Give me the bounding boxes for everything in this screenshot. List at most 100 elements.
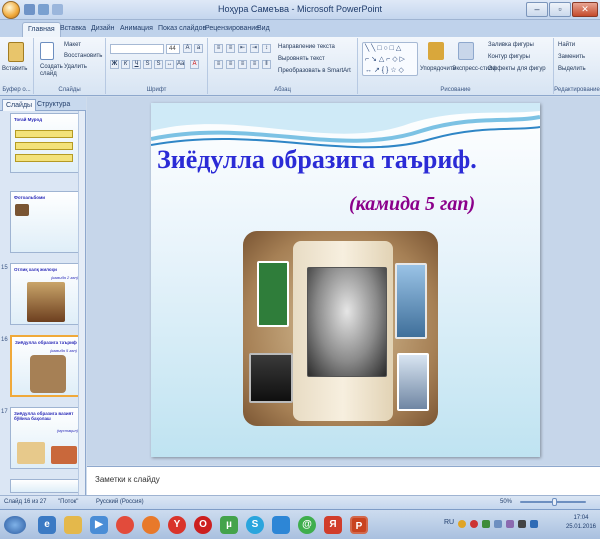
smartart-button[interactable]: Преобразовать в SmartArt [278,68,351,74]
powerpoint-icon[interactable]: P [350,516,368,534]
paragraph-label: Абзац [274,87,291,93]
bold-icon[interactable]: Ж [110,60,119,69]
tray-icon[interactable] [494,520,502,528]
tray-icon[interactable] [458,520,466,528]
slide-counter: Слайд 16 из 27 [4,499,47,505]
thumb-subtitle: (камида 2 гап) [51,275,78,280]
align-text-button[interactable]: Выровнять текст [278,56,325,62]
layout-button[interactable]: Макет [64,42,81,48]
network-icon[interactable] [530,520,538,528]
icq-icon[interactable]: @ [298,516,316,534]
notes-pane[interactable]: Заметки к слайду [87,466,600,495]
reset-button[interactable]: Восстановить [64,53,102,59]
quick-styles-icon[interactable] [458,42,474,60]
columns-icon[interactable]: ‖ [262,60,271,69]
thumb-title: Фотоальбоми [14,195,46,200]
yandex-icon[interactable]: Y [168,516,186,534]
tray-icon[interactable] [482,520,490,528]
connect-icon[interactable] [272,516,290,534]
shapes-gallery-icon[interactable]: ╲ ╲ □ ○ □ △ ⌐ ↘ △ ⌐ ◇ ▷ ↔ ↗ { } ☆ ◇ [362,42,418,76]
book-cover-image [397,353,429,411]
tab-animation[interactable]: Анимация [115,22,158,37]
opera-icon[interactable]: O [194,516,212,534]
thumb-title: Зиёдулла образига таъриф [15,340,77,345]
underline-icon[interactable]: Ч [132,60,141,69]
thumb-frame: Отлиқ халқ жилоҳи (камида 2 гап) [10,263,82,325]
drawing-label: Рисование [440,87,471,93]
slide-title[interactable]: Зиёдулла образига таъриф. [157,145,537,175]
arrange-button[interactable]: Упорядочить [420,66,456,72]
shape-effects-button[interactable]: Эффекты для фигур [488,66,546,72]
align-left-icon[interactable]: ≡ [214,60,223,69]
indent-icon[interactable]: ⇤ [238,44,247,53]
folder-icon[interactable] [64,516,82,534]
pane-tabs: Слайды Структура [0,97,86,111]
replace-button[interactable]: Заменить [558,54,585,60]
new-slide-button[interactable]: Создать слайд [40,64,63,78]
new-slide-icon[interactable] [40,42,54,60]
strikethrough-icon[interactable]: S [143,60,152,69]
skype-icon[interactable]: S [246,516,264,534]
firefox-icon[interactable] [142,516,160,534]
font-size-combo[interactable]: 44 [166,44,180,54]
numbering-icon[interactable]: ≡ [226,44,235,53]
find-button[interactable]: Найти [558,42,575,48]
chrome-icon[interactable] [116,516,134,534]
clock[interactable]: 17:04 25.01.2016 [566,514,596,532]
tab-slides[interactable]: Слайды [2,99,37,111]
start-button[interactable] [4,516,26,534]
paste-icon[interactable] [8,42,24,62]
zoom-level[interactable]: 50% [500,499,512,505]
thumb-box [15,130,73,138]
grow-font-icon[interactable]: A [183,44,192,53]
font-name-combo[interactable] [110,44,164,54]
bullets-icon[interactable]: ≡ [214,44,223,53]
font-color-icon[interactable]: A [190,60,199,69]
yandex-browser-icon[interactable]: Я [324,516,342,534]
text-direction-button[interactable]: Направление текста [278,44,335,50]
utorrent-icon[interactable]: µ [220,516,238,534]
photo-collage[interactable] [243,231,438,426]
thumb-frame [10,479,82,493]
language-status[interactable]: Русский (Россия) [96,499,144,505]
align-center-icon[interactable]: ≡ [226,60,235,69]
tray-icon[interactable] [506,520,514,528]
spacing-icon[interactable]: ↔ [165,60,174,69]
current-slide[interactable]: Зиёдулла образига таъриф. (камида 5 гап) [151,103,540,457]
shape-fill-button[interactable]: Заливка фигуры [488,42,534,48]
clipboard-group: Вставить Буфер о... [0,38,34,94]
status-bar: Слайд 16 из 27 "Поток" Русский (Россия) … [0,495,600,509]
paste-button[interactable]: Вставить [2,66,27,72]
paragraph-group: ≡ ≡ ⇤ ⇥ ↕ Направление текста ≡ ≡ ≡ ≡ ‖ В… [208,38,358,94]
zoom-thumb[interactable] [552,498,557,506]
pane-scrollbar[interactable] [78,111,85,495]
media-icon[interactable]: ▶ [90,516,108,534]
slide-number: 15 [1,265,8,271]
slide-subtitle[interactable]: (камида 5 гап) [349,193,475,216]
window-title: Ноҳура Самеъва - Microsoft PowerPoint [217,4,383,14]
minimize-button[interactable]: – [526,2,548,17]
justify-icon[interactable]: ≡ [250,60,259,69]
close-button[interactable]: ✕ [572,2,598,17]
ie-icon[interactable]: e [38,516,56,534]
line-spacing-icon[interactable]: ↕ [262,44,271,53]
thumb-image [17,442,45,464]
align-right-icon[interactable]: ≡ [238,60,247,69]
italic-icon[interactable]: К [121,60,130,69]
shrink-font-icon[interactable]: a [194,44,203,53]
language-indicator[interactable]: RU [444,519,454,526]
delete-button[interactable]: Удалить [64,64,87,70]
outdent-icon[interactable]: ⇥ [250,44,259,53]
tab-view[interactable]: Вид [252,22,275,37]
tray-icon[interactable] [470,520,478,528]
shadow-icon[interactable]: S [154,60,163,69]
ribbon: Вставить Буфер о... Создать слайд Макет … [0,37,600,96]
maximize-button[interactable]: ▫ [549,2,571,17]
shape-outline-button[interactable]: Контур фигуры [488,54,530,60]
change-case-icon[interactable]: Aa [176,60,185,69]
slides-label: Слайды [58,87,81,93]
volume-icon[interactable] [518,520,526,528]
arrange-icon[interactable] [428,42,444,60]
select-button[interactable]: Выделить [558,66,586,72]
tab-outline[interactable]: Структура [34,99,73,111]
